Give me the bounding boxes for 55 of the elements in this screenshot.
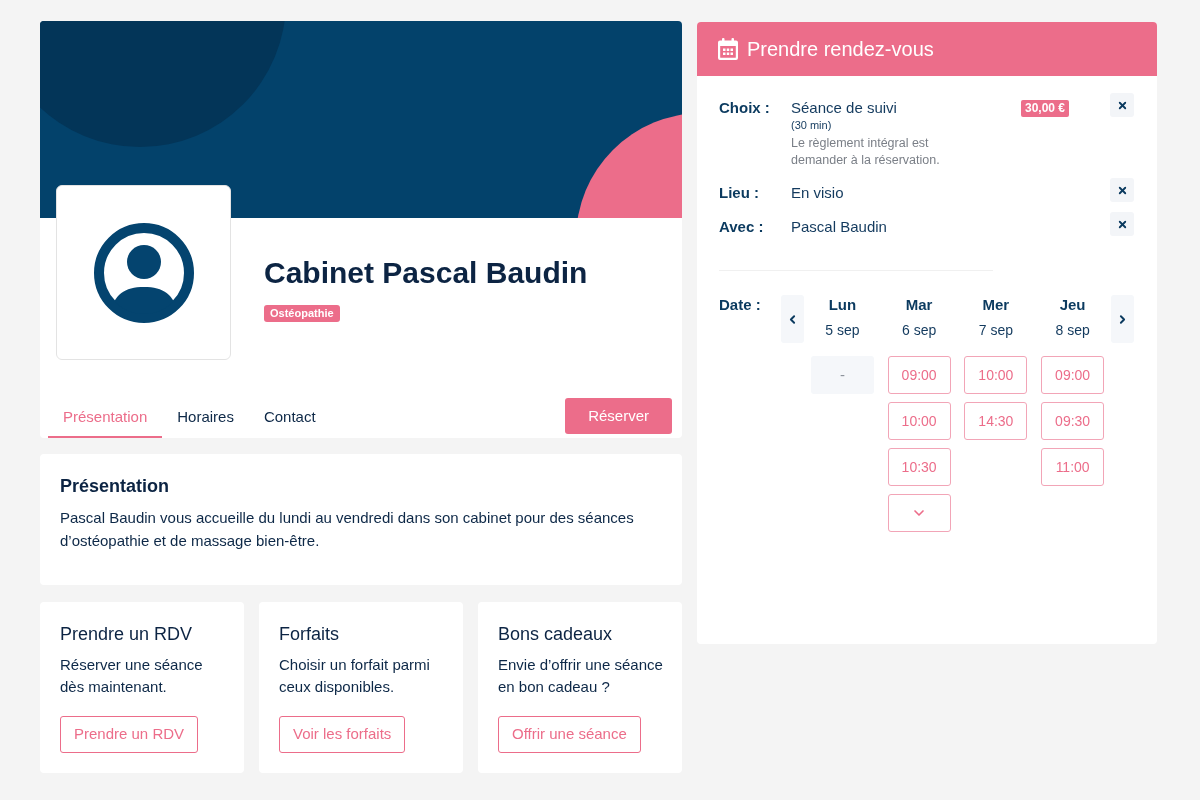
field-value: En visio: [791, 183, 844, 203]
next-week-button[interactable]: [1111, 295, 1134, 343]
weekday-label: Mer: [982, 295, 1010, 315]
date-label: 6 sep: [902, 321, 937, 340]
time-slot-button[interactable]: 14:30: [964, 402, 1028, 440]
remove-button[interactable]: [1110, 178, 1134, 202]
card-text: Réserver une séance dès maintenant.: [60, 655, 204, 697]
tab[interactable]: Contact: [248, 398, 331, 438]
time-slot-button[interactable]: 10:30: [887, 448, 951, 486]
card-title: Forfaits: [279, 623, 339, 646]
weekday-label: Mar: [905, 295, 933, 315]
time-slot-button[interactable]: 10:00: [887, 402, 951, 440]
field-label: Date :: [719, 295, 762, 315]
close-icon: [1116, 218, 1128, 230]
weekday-label: Lun: [828, 295, 857, 315]
field-label: Avec :: [719, 217, 765, 237]
time-slot-button[interactable]: 09:30: [1041, 402, 1105, 440]
presentation-text: Pascal Baudin vous accueille du lundi au vendredi dans son cabinet pour des séances d’ostéopathie et de massage bien-être.: [60, 508, 635, 551]
card-action-button[interactable]: Prendre un RDV: [60, 716, 199, 753]
payment-note: Le règlement intégral est demander à la réservation.: [791, 135, 941, 169]
field-label: Lieu :: [719, 183, 760, 203]
remove-button[interactable]: [1110, 93, 1134, 117]
card-title: Bons cadeaux: [498, 623, 613, 646]
date-label: 7 sep: [978, 321, 1013, 340]
card-action-button[interactable]: Offrir une séance: [498, 716, 641, 753]
date-label: 8 sep: [1055, 321, 1090, 340]
specialty-tag: Ostéopathie: [264, 305, 340, 322]
unavailable-slot: -: [810, 356, 874, 394]
user-avatar-icon: [93, 222, 194, 323]
weekday-label: Jeu: [1059, 295, 1086, 315]
card-text: Envie d’offrir une séance en bon cadeau ?: [498, 655, 664, 697]
panel-title: Prendre rendez-vous: [747, 37, 934, 62]
time-slot-button[interactable]: 09:00: [1041, 356, 1105, 394]
reserve-button[interactable]: Réserver: [565, 398, 672, 434]
previous-week-button[interactable]: [781, 295, 804, 343]
practice-name: Cabinet Pascal Baudin: [264, 255, 588, 291]
price-tag: 30,00 €: [1020, 100, 1069, 117]
time-slot-button[interactable]: 09:00: [887, 356, 951, 394]
remove-button[interactable]: [1110, 212, 1134, 236]
field-value: Pascal Baudin: [791, 217, 887, 237]
card-action-button[interactable]: Voir les forfaits: [279, 716, 406, 753]
tab[interactable]: Horaires: [162, 398, 249, 438]
time-slot-button[interactable]: 11:00: [1041, 448, 1105, 486]
date-label: 5 sep: [825, 321, 860, 340]
section-title: Présentation: [60, 475, 171, 498]
field-label: Choix :: [719, 98, 771, 118]
close-icon: [1116, 99, 1128, 111]
field-value: Séance de suivi: [791, 98, 897, 118]
card-title: Prendre un RDV: [60, 623, 193, 646]
calendar-icon: [718, 38, 738, 60]
time-slot-button[interactable]: 10:00: [964, 356, 1028, 394]
duration-text: (30 min): [791, 118, 832, 132]
card-text: Choisir un forfait parmi ceux disponibles.: [279, 655, 431, 697]
tab[interactable]: Présentation: [48, 398, 163, 438]
close-icon: [1116, 184, 1128, 196]
